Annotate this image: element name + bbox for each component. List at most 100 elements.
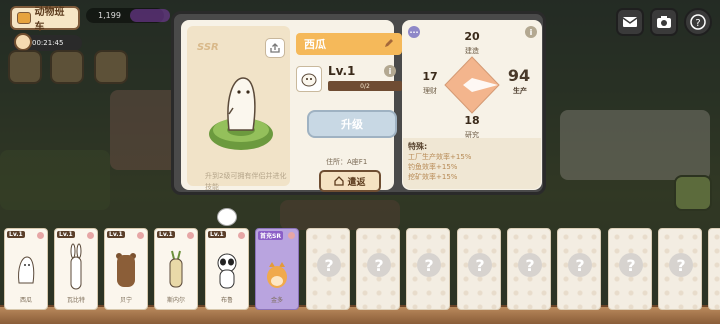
special-line: 挖矿效率+15% (408, 173, 458, 181)
stat-finance-value: 17 (422, 70, 438, 83)
card-name: 金多 (270, 297, 283, 304)
clock-icon (14, 33, 32, 51)
card-name: 贝宁 (119, 297, 132, 304)
gem-counter[interactable] (130, 9, 170, 22)
card-name: 西瓜 (19, 297, 32, 304)
mail-icon (622, 17, 638, 27)
special-line: 工厂生产效率+15% (408, 153, 472, 161)
card-name: 瓦比特 (66, 297, 85, 304)
return-label: 遣返 (347, 177, 366, 188)
character-card[interactable]: Lv.1 西瓜 (4, 228, 48, 310)
locked-card[interactable]: ? (608, 228, 652, 310)
return-button[interactable]: 遣返 (319, 170, 381, 192)
stat-production-value: 94 (507, 66, 531, 85)
character-figure (18, 256, 35, 284)
share-icon (270, 43, 280, 53)
help-button[interactable]: ? (684, 8, 712, 36)
animal-bus-button[interactable]: 动物班车 (10, 6, 80, 33)
camera-icon (657, 16, 671, 28)
bus-icon (17, 12, 31, 24)
edit-name-icon[interactable] (383, 37, 395, 49)
heart-icon (37, 232, 44, 239)
question-icon: ? (518, 253, 542, 277)
character-card[interactable]: 首充SR 金多 (255, 228, 299, 310)
character-name: 西瓜 (304, 38, 326, 51)
character-figure (209, 77, 273, 150)
hud-tile-2[interactable] (50, 50, 84, 84)
residence-text: 住所：A座F1 (326, 158, 368, 166)
stats-radar-chart (444, 56, 500, 114)
upgrade-hint-text: 升到2级可拥有伴侣并进化技能 (205, 172, 287, 191)
question-icon: ? (317, 253, 341, 277)
character-card[interactable]: Lv.1 斯内尔 (154, 228, 198, 310)
heart-icon (288, 232, 295, 239)
character-figure (70, 243, 82, 290)
character-art: SSR 升到2级可拥有伴侣并进化技能 (187, 26, 290, 191)
character-avatar[interactable] (296, 66, 322, 92)
locked-card[interactable]: ? (658, 228, 702, 310)
card-level: Lv.1 (157, 231, 175, 238)
question-icon: ? (468, 253, 492, 277)
locked-card[interactable] (708, 228, 720, 310)
heart-icon (137, 232, 144, 239)
notification-bubble[interactable] (217, 208, 237, 226)
stat-build-value: 20 (464, 30, 480, 43)
help-icon: ? (690, 14, 706, 30)
locked-card[interactable]: ? (507, 228, 551, 310)
hud-tile-3[interactable] (94, 50, 128, 84)
character-level: Lv.1 (328, 64, 356, 78)
card-name: 斯内尔 (166, 297, 185, 304)
character-card-strip: Lv.1 西瓜 Lv.1 瓦比特 Lv.1 贝宁 Lv.1 斯内尔 Lv.1 布… (0, 225, 720, 324)
locked-card[interactable]: ? (457, 228, 501, 310)
avatar-icon (301, 73, 317, 87)
card-level: Lv.1 (107, 231, 125, 238)
stat-production-label: 生产 (513, 87, 527, 95)
special-ability-box: 特殊: 工厂生产效率+15% 钓鱼效率+15% 挖矿效率+15% (403, 138, 541, 189)
card-level: Lv.1 (57, 231, 75, 238)
xp-progress-bar: 0/2 (328, 81, 402, 91)
xp-value: 0/2 (360, 82, 370, 90)
character-figure (169, 250, 183, 288)
character-detail-modal: SSR 升到2级可拥有伴侣并进化技能 西瓜 Lv.1 i 0/2 升级 住所：A… (171, 11, 546, 195)
svg-text:?: ? (695, 18, 700, 29)
stats-panel: ··· i 20 建造 17 理财 94 生产 18 研究 特殊: 工厂生产效率… (402, 20, 542, 190)
card-name: 布鲁 (220, 297, 233, 304)
stat-build-label: 建造 (465, 47, 479, 55)
character-card[interactable]: Lv.1 贝宁 (104, 228, 148, 310)
question-icon: ? (568, 253, 592, 277)
timer-value: 00:21:45 (32, 39, 64, 47)
heart-icon (238, 232, 245, 239)
heart-icon (187, 232, 194, 239)
character-card-panel: SSR 升到2级可拥有伴侣并进化技能 西瓜 Lv.1 i 0/2 升级 住所：A… (181, 20, 402, 192)
character-figure (267, 262, 287, 288)
heart-icon (87, 232, 94, 239)
upgrade-button[interactable]: 升级 (307, 110, 397, 138)
stat-research-value: 18 (464, 114, 480, 127)
mail-button[interactable] (616, 8, 644, 36)
card-level: Lv.1 (208, 231, 226, 238)
level-info-icon[interactable]: i (384, 65, 396, 77)
locked-card[interactable]: ? (356, 228, 400, 310)
locked-card[interactable]: ? (406, 228, 450, 310)
locked-card[interactable]: ? (557, 228, 601, 310)
character-figure (116, 253, 136, 287)
question-icon: ? (669, 253, 693, 277)
character-figure (217, 253, 237, 289)
share-button[interactable] (265, 38, 285, 58)
stat-finance-label: 理财 (423, 87, 437, 95)
question-icon: ? (417, 253, 441, 277)
character-card[interactable]: Lv.1 瓦比特 (54, 228, 98, 310)
hud-tile-1[interactable] (8, 50, 42, 84)
locked-card[interactable]: ? (306, 228, 350, 310)
question-icon: ? (619, 253, 643, 277)
character-name-bar: 西瓜 (296, 33, 402, 55)
home-icon (334, 176, 345, 186)
special-line: 钓鱼效率+15% (408, 163, 458, 171)
character-card[interactable]: Lv.1 布鲁 (205, 228, 249, 310)
stats-info-icon[interactable]: i (525, 26, 537, 38)
special-title: 特殊: (408, 142, 428, 151)
camera-button[interactable] (650, 8, 678, 36)
stats-more-icon[interactable]: ··· (408, 26, 420, 38)
question-icon: ? (367, 253, 391, 277)
side-menu-button[interactable] (674, 175, 712, 211)
